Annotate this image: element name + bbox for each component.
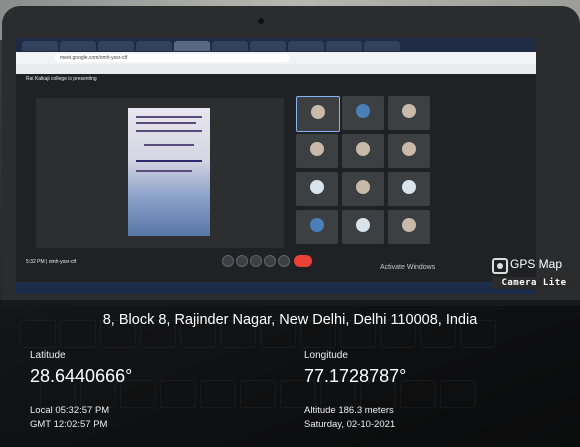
poster-text-line (136, 130, 202, 132)
photo: meet.google.com/omh-yssr-ctf Rai Kalkaji… (0, 0, 580, 447)
webcam (258, 18, 264, 24)
badge-title: GPS Map (510, 257, 563, 271)
avatar (402, 180, 416, 194)
poster-text-line (136, 170, 192, 172)
camera-icon[interactable] (236, 255, 248, 267)
browser-tab[interactable] (60, 41, 96, 51)
longitude-label: Longitude (304, 350, 348, 361)
browser-tab[interactable] (364, 41, 400, 51)
avatar (356, 104, 370, 118)
avatar (356, 218, 370, 232)
latitude-value: 28.6440666° (30, 366, 133, 386)
laptop-screen: meet.google.com/omh-yssr-ctf Rai Kalkaji… (16, 38, 536, 294)
end-call-button[interactable] (294, 255, 312, 267)
capture-date: Saturday, 02-10-2021 (304, 419, 396, 430)
bookmarks-bar (16, 64, 536, 74)
meet-header: Rai Kalkaji college is presenting (16, 74, 536, 86)
gps-map-camera-badge: GPS Map Camera Lite (486, 256, 580, 292)
present-icon[interactable] (264, 255, 276, 267)
avatar (402, 218, 416, 232)
poster-text-line (136, 122, 196, 124)
browser-tab[interactable] (98, 41, 134, 51)
avatar (310, 142, 324, 156)
participant-tile[interactable] (388, 172, 430, 206)
mic-icon[interactable] (222, 255, 234, 267)
browser-tab[interactable] (326, 41, 362, 51)
browser-tab-active[interactable] (174, 41, 210, 51)
gmt-time: GMT 12:02:57 PM (30, 419, 108, 430)
altitude: Altitude 186.3 meters (304, 405, 394, 416)
avatar (310, 180, 324, 194)
more-options-icon[interactable] (278, 255, 290, 267)
participant-tile[interactable] (296, 134, 338, 168)
badge-subtitle: Camera Lite (492, 277, 576, 289)
competition-poster (128, 108, 210, 236)
captions-icon[interactable] (250, 255, 262, 267)
participant-tile[interactable] (342, 134, 384, 168)
browser-tab[interactable] (250, 41, 286, 51)
avatar (402, 104, 416, 118)
avatar (356, 142, 370, 156)
participant-grid (296, 96, 476, 246)
browser-tab[interactable] (288, 41, 324, 51)
local-time: Local 05:32:57 PM (30, 405, 110, 416)
browser-tab[interactable] (136, 41, 172, 51)
participant-tile[interactable] (296, 172, 338, 206)
poster-text-line (136, 116, 202, 118)
meet-controls: 5:32 PM | omh-yssr-ctf (16, 250, 536, 270)
windows-activation-watermark: Activate Windows (380, 264, 436, 271)
participant-tile[interactable] (388, 134, 430, 168)
url-field[interactable]: meet.google.com/omh-yssr-ctf (54, 54, 290, 62)
participant-tile[interactable] (342, 210, 384, 244)
participant-tile[interactable] (342, 96, 384, 130)
poster-text-line (136, 160, 202, 162)
windows-taskbar (16, 282, 536, 294)
avatar (310, 218, 324, 232)
participant-tile[interactable] (388, 210, 430, 244)
presentation-area (36, 98, 284, 248)
browser-tab[interactable] (22, 41, 58, 51)
browser-tab[interactable] (212, 41, 248, 51)
longitude-value: 77.1728787° (304, 366, 407, 386)
avatar (402, 142, 416, 156)
poster-text-line (144, 144, 194, 146)
address-bar: meet.google.com/omh-yssr-ctf (16, 52, 536, 64)
avatar (356, 180, 370, 194)
latitude-label: Latitude (30, 350, 66, 361)
meeting-time-code: 5:32 PM | omh-yssr-ctf (26, 259, 77, 265)
avatar (311, 105, 325, 119)
camera-icon (492, 258, 508, 274)
participant-tile[interactable] (296, 96, 340, 132)
presenting-banner: Rai Kalkaji college is presenting (26, 76, 97, 82)
participant-tile[interactable] (342, 172, 384, 206)
participant-tile[interactable] (296, 210, 338, 244)
browser-tab-bar (16, 38, 536, 52)
participant-tile[interactable] (388, 96, 430, 130)
location-address: 8, Block 8, Rajinder Nagar, New Delhi, D… (102, 312, 478, 328)
